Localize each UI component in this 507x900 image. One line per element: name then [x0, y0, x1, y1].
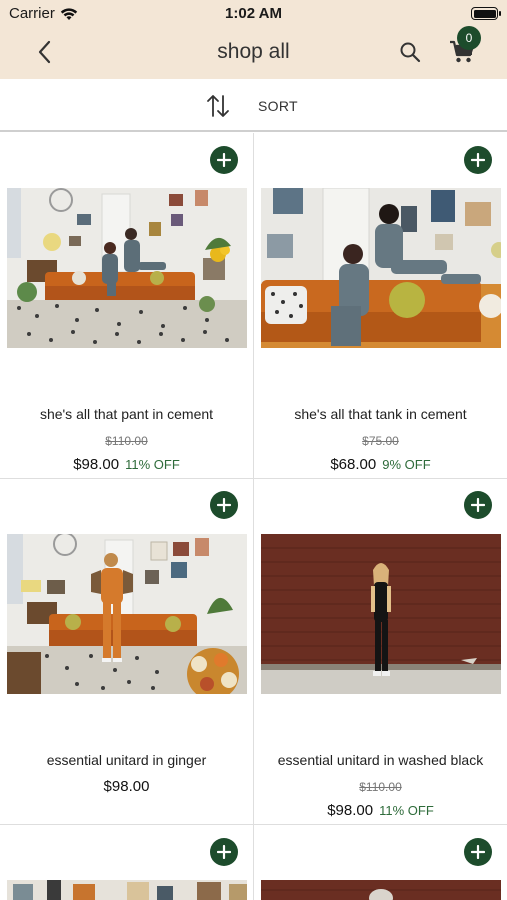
plus-icon: [217, 498, 231, 512]
sale-price: $98.00: [327, 802, 374, 819]
add-to-cart-button[interactable]: [210, 491, 238, 519]
original-price: $75.00: [362, 434, 399, 448]
original-price: $110.00: [359, 780, 402, 794]
plus-icon: [471, 153, 485, 167]
product-image[interactable]: [261, 534, 501, 694]
price-row: $68.00 9% OFF: [254, 456, 507, 474]
product-image[interactable]: [7, 880, 247, 900]
sale-price: $68.00: [330, 456, 377, 473]
status-time: 1:02 AM: [225, 5, 282, 22]
sort-label: SORT: [258, 98, 298, 114]
plus-icon: [217, 845, 231, 859]
page-title: shop all: [217, 40, 290, 63]
product-name[interactable]: essential unitard in washed black: [254, 752, 507, 768]
plus-icon: [471, 845, 485, 859]
product-image[interactable]: [261, 188, 501, 348]
price-row: $98.00 11% OFF: [254, 802, 507, 820]
price-row: $98.00 11% OFF: [0, 456, 253, 474]
add-to-cart-button[interactable]: [210, 838, 238, 866]
original-price: $110.00: [105, 434, 148, 448]
price-row: $98.00: [0, 778, 253, 796]
cart-count-badge: 0: [457, 26, 481, 50]
product-card[interactable]: she's all that tank in cement $75.00 $68…: [254, 133, 507, 478]
discount-label: 9% OFF: [382, 457, 431, 472]
product-image[interactable]: [7, 188, 247, 348]
product-name[interactable]: she's all that pant in cement: [0, 406, 253, 422]
sale-price: $98.00: [73, 456, 120, 473]
top-bar: Carrier 1:02 AM shop all 0: [0, 0, 507, 79]
navigation-bar: shop all 0: [0, 26, 507, 79]
sale-price: $98.00: [103, 778, 150, 795]
discount-label: 11% OFF: [379, 803, 434, 818]
product-image[interactable]: [7, 534, 247, 694]
product-image[interactable]: [261, 880, 501, 900]
product-name[interactable]: she's all that tank in cement: [254, 406, 507, 422]
sort-icon: [207, 95, 229, 117]
product-card[interactable]: essential unitard in ginger $98.00: [0, 479, 253, 824]
product-card[interactable]: [254, 825, 507, 900]
plus-icon: [471, 498, 485, 512]
add-to-cart-button[interactable]: [464, 491, 492, 519]
search-button[interactable]: [395, 37, 425, 67]
status-bar: Carrier 1:02 AM: [0, 0, 507, 28]
product-card[interactable]: essential unitard in washed black $110.0…: [254, 479, 507, 824]
product-name[interactable]: essential unitard in ginger: [0, 752, 253, 768]
product-card[interactable]: [0, 825, 253, 900]
search-icon: [400, 42, 421, 63]
add-to-cart-button[interactable]: [464, 838, 492, 866]
battery-icon: [471, 7, 501, 20]
add-to-cart-button[interactable]: [210, 146, 238, 174]
product-card[interactable]: she's all that pant in cement $110.00 $9…: [0, 133, 253, 478]
plus-icon: [217, 153, 231, 167]
add-to-cart-button[interactable]: [464, 146, 492, 174]
discount-label: 11% OFF: [125, 457, 180, 472]
sort-bar[interactable]: SORT: [0, 79, 507, 132]
